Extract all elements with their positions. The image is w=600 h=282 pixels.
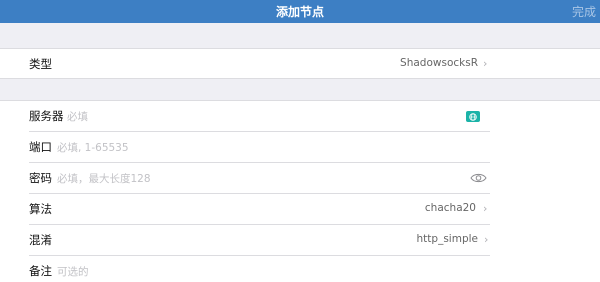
page-title: 添加节点 [275,5,324,19]
type-label: 类型 [29,57,52,71]
remarks-input[interactable]: 可选的 [57,264,89,279]
obfs-label: 混淆 [29,233,52,247]
type-row[interactable]: 类型 ShadowsocksR › [0,49,600,79]
password-row[interactable]: 密码 必填，最大长度128 [0,163,600,193]
done-button[interactable]: 完成 [572,3,596,20]
divider [0,78,600,79]
port-input[interactable]: 必填, 1-65535 [57,140,129,155]
port-row[interactable]: 端口 必填, 1-65535 [0,132,600,162]
chevron-right-icon: › [483,57,488,70]
port-label: 端口 [29,140,52,154]
server-input[interactable]: 必填 [67,109,88,124]
navigation-bar: 添加节点 完成 [0,0,600,23]
type-group: 类型 ShadowsocksR › [0,49,600,78]
chevron-right-icon: › [483,202,488,215]
globe-icon[interactable] [466,111,480,122]
remarks-row[interactable]: 备注 可选的 [0,256,600,282]
method-value: chacha20 [424,202,476,214]
password-label: 密码 [29,171,52,185]
remarks-label: 备注 [29,264,52,278]
server-row[interactable]: 服务器 必填 [0,101,600,131]
method-label: 算法 [29,202,52,216]
type-value: ShadowsocksR [400,57,478,69]
method-row[interactable]: 算法 chacha20 › [0,194,600,224]
server-label: 服务器 [29,109,64,123]
chevron-right-icon: › [484,233,489,246]
password-input[interactable]: 必填，最大长度128 [57,171,151,186]
eye-icon[interactable] [470,172,487,184]
obfs-row[interactable]: 混淆 http_simple › [0,225,600,255]
obfs-value: http_simple [416,233,478,245]
fields-group: 服务器 必填 端口 必填, 1-65535 密码 必填，最大长度128 算法 c… [0,101,600,282]
